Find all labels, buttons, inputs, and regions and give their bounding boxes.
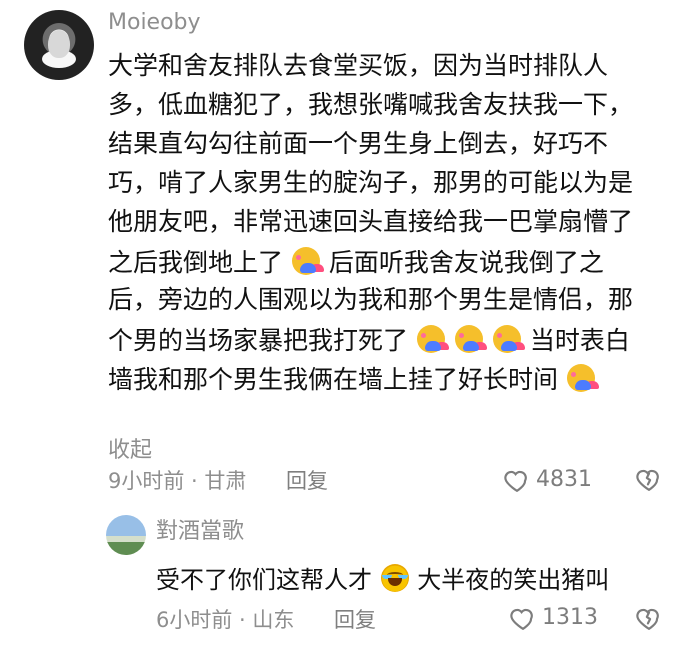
comment-line-7: 后，旁边的人围观以为我和那个男生是情侣，那: [108, 285, 634, 314]
hug-emoji-icon: [566, 364, 595, 392]
comment-like-count: 4831: [536, 467, 592, 492]
comment-author-name[interactable]: Moieoby: [108, 12, 201, 34]
reply-text: 受不了你们这帮人才 大半夜的笑出猪叫: [156, 564, 609, 593]
reply-like-count: 1313: [542, 605, 598, 630]
comment-line-8: 个男的当场家暴把我打死了 当时表白: [108, 325, 630, 355]
broken-heart-icon[interactable]: [636, 606, 662, 630]
comment-line-6-end: 后面听我舍友说我倒了之: [328, 248, 604, 277]
comment-author-avatar[interactable]: [24, 10, 94, 80]
hug-emoji-icon: [291, 247, 320, 275]
collapse-link[interactable]: 收起: [108, 432, 152, 464]
reply-author-name[interactable]: 對酒當歌: [156, 521, 244, 543]
laughing-emoji-icon: [380, 564, 409, 592]
comment-like-button[interactable]: 4831: [504, 468, 592, 492]
comment-line-6: 之后我倒地上了 后面听我舍友说我倒了之: [108, 247, 604, 277]
comment-line-5: 他朋友吧，非常迅速回头直接给我一巴掌扇懵了: [108, 207, 634, 236]
comment-line-4: 巧，啃了人家男生的腚沟子，那男的可能以为是: [108, 168, 634, 197]
reply-like-button[interactable]: 1313: [510, 606, 598, 630]
comment-line-8-start: 个男的当场家暴把我打死了: [108, 326, 409, 355]
comment-line-8-end: 当时表白: [529, 326, 630, 355]
comment-meta: 9小时前 · 甘肃: [108, 469, 247, 493]
reply-meta: 6小时前 · 山东: [156, 608, 295, 632]
hug-emoji-icon: [492, 325, 521, 353]
comment-line-3: 结果直勾勾往前面一个男生身上倒去，好巧不: [108, 129, 609, 158]
comment-line-9-text: 墙我和那个男生我俩在墙上挂了好长时间: [108, 365, 559, 394]
comment-line-6-start: 之后我倒地上了: [108, 248, 284, 277]
comment-line-2: 多，低血糖犯了，我想张嘴喊我舍友扶我一下，: [108, 90, 634, 119]
reply-text-end: 大半夜的笑出猪叫: [417, 566, 610, 594]
heart-icon: [510, 608, 533, 630]
comment-reply-button[interactable]: 回复: [286, 471, 328, 492]
broken-heart-icon[interactable]: [636, 467, 662, 491]
hug-emoji-icon: [416, 325, 445, 353]
comment-line-1: 大学和舍友排队去食堂买饭，因为当时排队人: [108, 51, 609, 80]
reply-author-avatar[interactable]: [106, 515, 146, 555]
heart-icon: [504, 470, 527, 492]
comment-line-9: 墙我和那个男生我俩在墙上挂了好长时间: [108, 364, 596, 394]
hug-emoji-icon: [454, 325, 483, 353]
reply-reply-button[interactable]: 回复: [334, 610, 376, 631]
reply-text-start: 受不了你们这帮人才: [156, 566, 372, 594]
